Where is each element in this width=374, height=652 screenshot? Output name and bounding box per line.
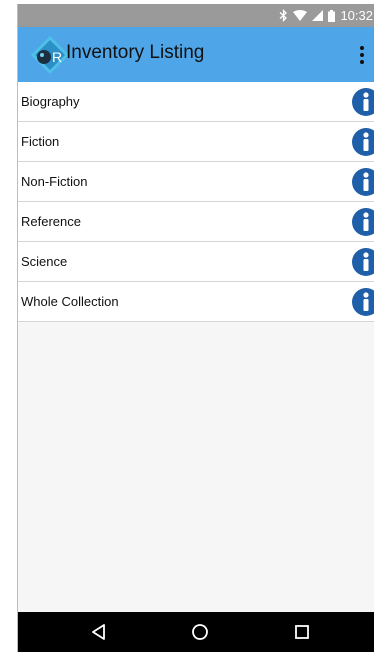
menu-dot — [360, 60, 364, 64]
app-bar: R Inventory Listing — [18, 27, 374, 82]
menu-dot — [360, 46, 364, 50]
status-icons: 10:32 — [279, 4, 374, 27]
list-item-label: Reference — [21, 214, 81, 229]
overflow-menu-icon[interactable] — [353, 42, 371, 68]
home-icon[interactable] — [188, 620, 212, 644]
list-item[interactable]: Fiction — [18, 122, 374, 162]
status-time: 10:32 — [340, 8, 373, 23]
battery-icon — [328, 9, 336, 22]
info-icon[interactable] — [351, 247, 374, 277]
status-bar: 10:32 — [18, 4, 374, 27]
info-icon[interactable] — [351, 287, 374, 317]
navigation-bar — [18, 612, 374, 652]
list-item[interactable]: Whole Collection — [18, 282, 374, 322]
list-item-label: Fiction — [21, 134, 60, 149]
menu-dot — [360, 53, 364, 57]
info-icon[interactable] — [351, 127, 374, 157]
bluetooth-icon — [280, 9, 288, 22]
wifi-icon — [293, 10, 308, 21]
info-icon[interactable] — [351, 167, 374, 197]
info-icon[interactable] — [351, 207, 374, 237]
recents-icon[interactable] — [290, 620, 314, 644]
app-logo-icon: R — [31, 36, 69, 74]
back-icon[interactable] — [87, 620, 111, 644]
list-item-label: Non-Fiction — [21, 174, 88, 189]
svg-text:R: R — [52, 49, 62, 65]
phone-screen: 10:32 R Inventory Listing Biography Fict… — [17, 4, 374, 652]
list-item-label: Whole Collection — [21, 294, 119, 309]
signal-icon — [312, 10, 324, 21]
list-item-label: Biography — [21, 94, 80, 109]
list-item[interactable]: Non-Fiction — [18, 162, 374, 202]
list-item-label: Science — [21, 254, 68, 269]
app-title: Inventory Listing — [66, 42, 205, 63]
list-item[interactable]: Biography — [18, 82, 374, 122]
list-item[interactable]: Science — [18, 242, 374, 282]
info-icon[interactable] — [351, 87, 374, 117]
list-item[interactable]: Reference — [18, 202, 374, 242]
inventory-list: Biography Fiction Non-Fiction Reference … — [18, 82, 374, 322]
